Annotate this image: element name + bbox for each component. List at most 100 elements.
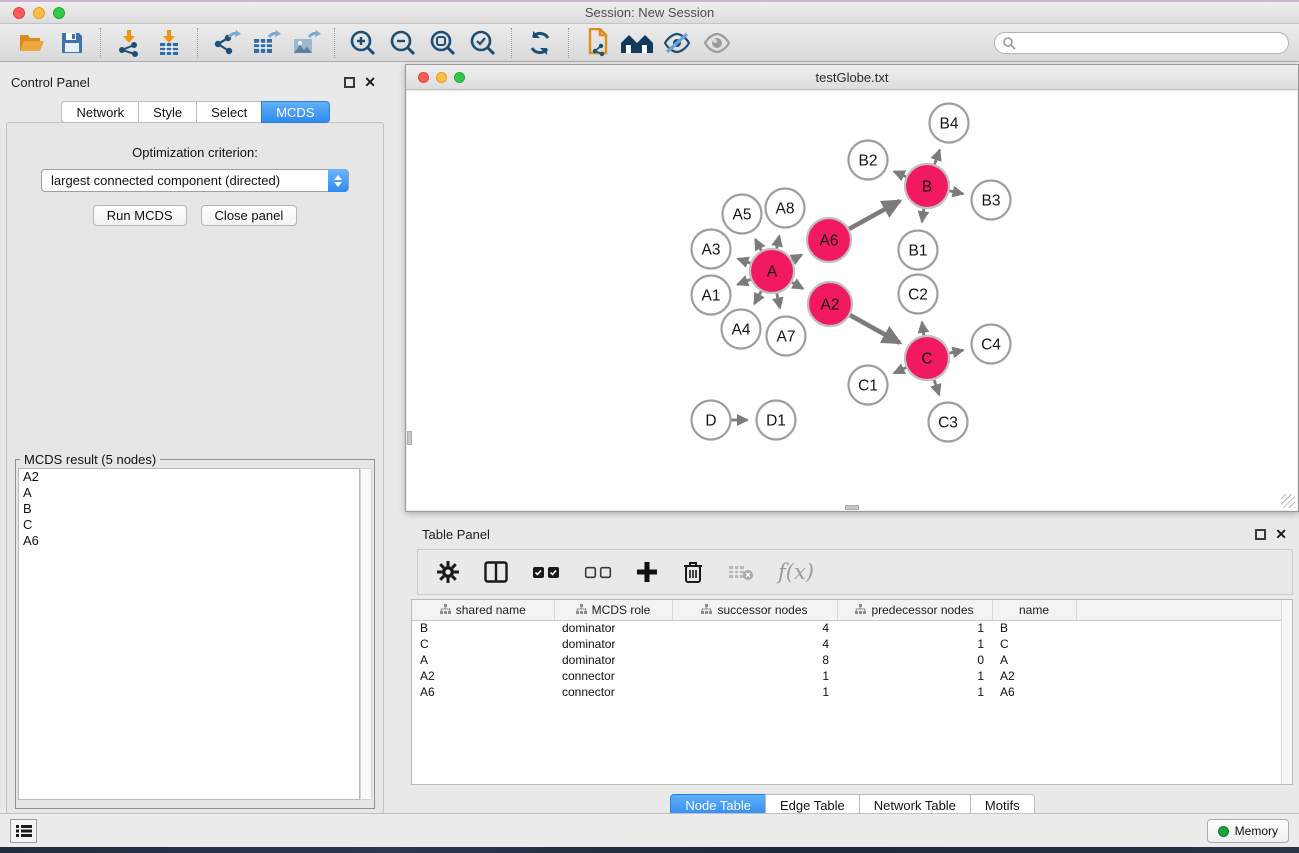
tab-select[interactable]: Select [196,101,262,123]
graph-edge-A-A5[interactable] [755,239,761,250]
table-cell[interactable]: 8 [672,652,837,668]
graph-edge-A6-B[interactable] [849,201,900,229]
graph-node-B1[interactable]: B1 [899,231,938,270]
show-all-icon[interactable] [700,28,734,58]
result-list-item[interactable]: B [19,501,359,517]
table-cell[interactable]: B [992,620,1076,636]
graph-node-A5[interactable]: A5 [723,195,762,234]
graph-node-A8[interactable]: A8 [766,189,805,228]
table-row[interactable]: Adominator80A [412,652,1292,668]
table-cell[interactable]: 1 [837,668,992,684]
graph-node-A3[interactable]: A3 [692,230,731,269]
graph-edge-A-A2[interactable] [792,282,803,288]
table-cell[interactable]: C [412,636,554,652]
graph-node-A7[interactable]: A7 [767,317,806,356]
graph-edge-A-A7[interactable] [777,293,780,308]
result-list-item[interactable]: A [19,485,359,501]
column-header-name[interactable]: name [992,600,1076,620]
import-table-icon[interactable] [152,28,186,58]
deselect-all-columns-icon[interactable] [584,566,612,579]
network-graph[interactable]: B4B2BB3A5A8A6B1A3AA1C2A2A4A7C4CC1C3DD1 [407,91,1297,511]
delete-column-trash-icon[interactable] [682,560,704,584]
table-cell[interactable]: dominator [554,652,672,668]
graph-node-C4[interactable]: C4 [972,325,1011,364]
graph-node-C3[interactable]: C3 [929,403,968,442]
table-cell[interactable]: 1 [837,620,992,636]
zoom-in-icon[interactable] [346,28,380,58]
graph-node-B[interactable]: B [905,164,949,208]
export-network-icon[interactable] [209,28,243,58]
table-cell[interactable]: A6 [412,684,554,700]
column-header-MCDS-role[interactable]: MCDS role [554,600,672,620]
graph-edge-A-A8[interactable] [777,236,780,249]
table-cell[interactable]: 1 [672,668,837,684]
graph-edge-B-B4[interactable] [935,150,940,164]
table-row[interactable]: Bdominator41B [412,620,1292,636]
graph-node-A6[interactable]: A6 [807,218,851,262]
graph-node-A4[interactable]: A4 [722,310,761,349]
create-column-plus-icon[interactable] [636,561,658,583]
table-cell[interactable]: connector [554,668,672,684]
table-row[interactable]: A2connector11A2 [412,668,1292,684]
graph-edge-C-C1[interactable] [894,368,906,374]
graph-edge-A-A1[interactable] [738,279,751,284]
table-cell[interactable]: 1 [837,636,992,652]
float-table-panel-icon[interactable] [1255,529,1266,540]
run-mcds-button[interactable]: Run MCDS [93,205,187,226]
graph-edge-A-A3[interactable] [738,259,751,264]
result-list-item[interactable]: A2 [19,469,359,485]
graph-edge-B-B3[interactable] [949,191,963,194]
new-network-from-selection-icon[interactable] [580,28,614,58]
graph-node-A2[interactable]: A2 [808,282,852,326]
table-cell[interactable]: dominator [554,636,672,652]
zoom-fit-icon[interactable] [426,28,460,58]
canvas-vertical-scroll-thumb[interactable] [407,431,412,445]
network-window-titlebar[interactable]: testGlobe.txt [406,65,1298,90]
graph-node-B3[interactable]: B3 [972,181,1011,220]
graph-edge-A-A4[interactable] [754,291,761,304]
graph-edge-B-B1[interactable] [922,209,924,222]
search-field[interactable] [994,32,1289,54]
zoom-out-icon[interactable] [386,28,420,58]
table-cell[interactable]: 1 [837,684,992,700]
graph-edge-B-B2[interactable] [894,171,906,176]
tab-network[interactable]: Network [61,101,139,123]
table-cell[interactable]: dominator [554,620,672,636]
table-cell[interactable]: A2 [412,668,554,684]
graph-edge-C-C2[interactable] [922,322,924,335]
table-cell[interactable]: 1 [672,684,837,700]
graph-node-B2[interactable]: B2 [849,141,888,180]
table-cell[interactable]: 0 [837,652,992,668]
show-column-panel-icon[interactable] [484,561,508,583]
search-input[interactable] [1016,36,1288,50]
mcds-result-list[interactable]: A2ABCA6 [18,468,360,800]
network-canvas[interactable]: B4B2BB3A5A8A6B1A3AA1C2A2A4A7C4CC1C3DD1 [407,91,1297,510]
graph-node-C[interactable]: C [905,336,949,380]
select-all-columns-icon[interactable] [532,566,560,579]
graph-node-B4[interactable]: B4 [930,104,969,143]
export-table-icon[interactable] [249,28,283,58]
result-list-item[interactable]: C [19,517,359,533]
import-network-icon[interactable] [112,28,146,58]
window-resize-grip[interactable] [1281,494,1295,508]
table-options-gear-icon[interactable] [436,560,460,584]
memory-button[interactable]: Memory [1207,819,1289,843]
table-cell[interactable]: A6 [992,684,1076,700]
graph-node-A[interactable]: A [750,249,794,293]
column-header-predecessor-nodes[interactable]: predecessor nodes [837,600,992,620]
show-task-history-button[interactable] [10,819,37,843]
column-header-successor-nodes[interactable]: successor nodes [672,600,837,620]
canvas-horizontal-scroll-thumb[interactable] [845,505,859,510]
criterion-select[interactable]: largest connected component (directed) [41,169,349,192]
result-list-item[interactable]: A6 [19,533,359,549]
first-neighbors-icon[interactable] [620,28,654,58]
table-cell[interactable]: A2 [992,668,1076,684]
graph-node-C2[interactable]: C2 [899,275,938,314]
open-file-icon[interactable] [15,28,49,58]
table-scrollbar[interactable] [1281,600,1292,784]
table-row[interactable]: Cdominator41C [412,636,1292,652]
graph-node-A1[interactable]: A1 [692,276,731,315]
tab-mcds[interactable]: MCDS [261,101,329,123]
table-row[interactable]: A6connector11A6 [412,684,1292,700]
table-cell[interactable]: 4 [672,636,837,652]
